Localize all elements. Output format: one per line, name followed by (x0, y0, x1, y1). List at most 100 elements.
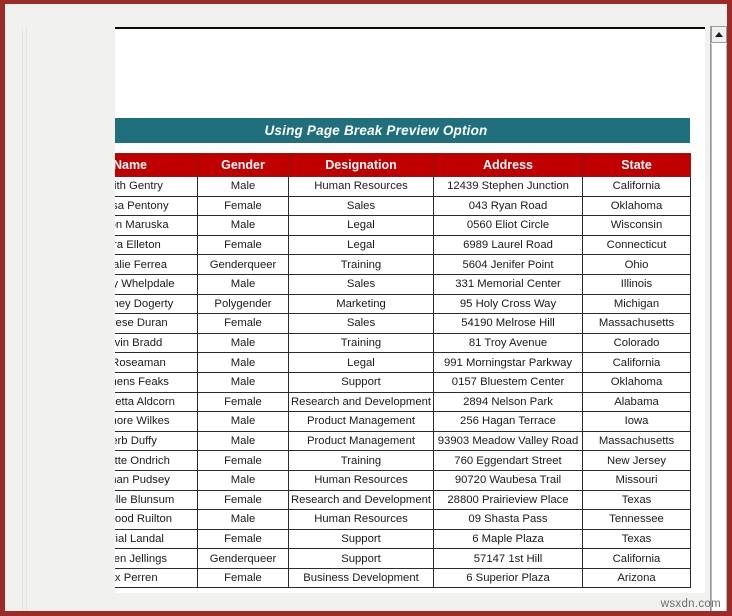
cell-state[interactable]: Ohio (582, 254, 691, 275)
table-row[interactable]: Levon MaruskaMaleLegal0560 Eliot CircleW… (115, 215, 691, 236)
cell-address[interactable]: 043 Ryan Road (433, 195, 583, 217)
cell-designation[interactable]: Training (288, 254, 434, 275)
cell-name[interactable]: Herb Duffy (115, 430, 198, 452)
cell-gender[interactable]: Male (197, 371, 289, 393)
table-row[interactable]: Delmore WilkesMaleProduct Management256 … (115, 411, 691, 432)
column-header-address[interactable]: Address (433, 153, 583, 177)
cell-designation[interactable]: Research and Development (288, 391, 434, 413)
cell-name[interactable]: Garwood Ruilton (115, 509, 198, 530)
cell-state[interactable]: Massachusetts (582, 313, 691, 334)
cell-address[interactable]: 54190 Melrose Hill (433, 313, 583, 334)
table-row[interactable]: Therese DuranFemaleSales54190 Melrose Hi… (115, 313, 691, 334)
cell-gender[interactable]: Genderqueer (197, 548, 289, 569)
cell-gender[interactable]: Male (197, 411, 289, 432)
cell-state[interactable]: Oklahoma (582, 195, 691, 217)
cell-gender[interactable]: Female (197, 195, 289, 217)
cell-designation[interactable]: Human Resources (288, 469, 434, 491)
column-header-name[interactable]: Name (115, 153, 198, 177)
cell-state[interactable]: Michigan (582, 293, 691, 315)
cell-name[interactable]: Bernelle Blunsum (115, 489, 198, 511)
table-row[interactable]: Jacquetta AldcornFemaleResearch and Deve… (115, 391, 691, 413)
cell-address[interactable]: 0560 Eliot Circle (433, 215, 583, 236)
cell-designation[interactable]: Legal (288, 352, 434, 373)
cell-name[interactable]: Aura Elleton (115, 234, 198, 256)
cell-address[interactable]: 256 Hagan Terrace (433, 411, 583, 432)
cell-designation[interactable]: Human Resources (288, 176, 434, 197)
column-header-gender[interactable]: Gender (197, 153, 289, 177)
cell-designation[interactable]: Product Management (288, 411, 434, 432)
table-row[interactable]: Donny WhelpdaleMaleSales331 Memorial Cen… (115, 273, 691, 295)
cell-gender[interactable]: Male (197, 273, 289, 295)
table-row[interactable]: Aura ElletonFemaleLegal6989 Laurel RoadC… (115, 234, 691, 256)
cell-state[interactable]: Alabama (582, 391, 691, 413)
cell-address[interactable]: 0157 Bluestem Center (433, 371, 583, 393)
cell-designation[interactable]: Support (288, 371, 434, 393)
cell-name[interactable]: Donny Whelpdale (115, 273, 198, 295)
table-row[interactable]: Dorisa PentonyFemaleSales043 Ryan RoadOk… (115, 195, 691, 217)
cell-designation[interactable]: Support (288, 548, 434, 569)
cell-gender[interactable]: Male (197, 509, 289, 530)
cell-designation[interactable]: Support (288, 528, 434, 550)
cell-gender[interactable]: Female (197, 234, 289, 256)
cell-state[interactable]: Iowa (582, 411, 691, 432)
cell-state[interactable]: Connecticut (582, 234, 691, 256)
cell-state[interactable]: California (582, 352, 691, 373)
cell-gender[interactable]: Female (197, 567, 289, 589)
cell-designation[interactable]: Marketing (288, 293, 434, 315)
cell-gender[interactable]: Female (197, 313, 289, 334)
cell-designation[interactable]: Research and Development (288, 489, 434, 511)
cell-designation[interactable]: Sales (288, 313, 434, 334)
cell-gender[interactable]: Male (197, 430, 289, 452)
cell-state[interactable]: Wisconsin (582, 215, 691, 236)
cell-name[interactable]: Therese Duran (115, 313, 198, 334)
cell-designation[interactable]: Human Resources (288, 509, 434, 530)
cell-address[interactable]: 6 Superior Plaza (433, 567, 583, 589)
cell-name[interactable]: Smith Gentry (115, 176, 198, 197)
cell-address[interactable]: 760 Eggendart Street (433, 450, 583, 471)
cell-name[interactable]: Calvin Bradd (115, 332, 198, 354)
cell-gender[interactable]: Female (197, 489, 289, 511)
table-row[interactable]: Dniren JellingsGenderqueerSupport57147 1… (115, 548, 691, 569)
cell-state[interactable]: Oklahoma (582, 371, 691, 393)
cell-address[interactable]: 09 Shasta Pass (433, 509, 583, 530)
vertical-scrollbar[interactable] (710, 26, 727, 611)
cell-address[interactable]: 5604 Jenifer Point (433, 254, 583, 275)
cell-address[interactable]: 6989 Laurel Road (433, 234, 583, 256)
table-row[interactable]: Keenan PudseyMaleHuman Resources90720 Wa… (115, 469, 691, 491)
cell-address[interactable]: 95 Holy Cross Way (433, 293, 583, 315)
cell-designation[interactable]: Legal (288, 215, 434, 236)
cell-address[interactable]: 12439 Stephen Junction (433, 176, 583, 197)
cell-address[interactable]: 81 Troy Avenue (433, 332, 583, 354)
cell-gender[interactable]: Male (197, 352, 289, 373)
cell-designation[interactable]: Product Management (288, 430, 434, 452)
cell-gender[interactable]: Male (197, 332, 289, 354)
table-row[interactable]: Delainey DogertyPolygenderMarketing95 Ho… (115, 293, 691, 315)
cell-designation[interactable]: Training (288, 450, 434, 471)
cell-name[interactable]: Rozalie Ferrea (115, 254, 198, 275)
cell-designation[interactable]: Sales (288, 195, 434, 217)
cell-name[interactable]: Keenan Pudsey (115, 469, 198, 491)
cell-name[interactable]: Dorisa Pentony (115, 195, 198, 217)
cell-address[interactable]: 991 Morningstar Parkway (433, 352, 583, 373)
cell-address[interactable]: 93903 Meadow Valley Road (433, 430, 583, 452)
cell-name[interactable]: Murial Landal (115, 528, 198, 550)
cell-state[interactable]: California (582, 548, 691, 569)
scrollbar-track[interactable] (711, 44, 727, 611)
cell-state[interactable]: Colorado (582, 332, 691, 354)
table-row[interactable]: Rozalie FerreaGenderqueerTraining5604 Je… (115, 254, 691, 275)
cell-address[interactable]: 28800 Prairieview Place (433, 489, 583, 511)
cell-state[interactable]: Texas (582, 528, 691, 550)
table-row[interactable]: Corette OndrichFemaleTraining760 Eggenda… (115, 450, 691, 471)
cell-state[interactable]: New Jersey (582, 450, 691, 471)
cell-name[interactable]: Corette Ondrich (115, 450, 198, 471)
column-header-designation[interactable]: Designation (288, 153, 434, 177)
cell-designation[interactable]: Training (288, 332, 434, 354)
cell-address[interactable]: 90720 Waubesa Trail (433, 469, 583, 491)
table-row[interactable]: Eb RoseamanMaleLegal991 Morningstar Park… (115, 352, 691, 373)
scroll-up-button[interactable] (711, 26, 727, 43)
cell-name[interactable]: Dniren Jellings (115, 548, 198, 569)
cell-name[interactable]: Delainey Dogerty (115, 293, 198, 315)
cell-state[interactable]: Missouri (582, 469, 691, 491)
cell-name[interactable]: Levon Maruska (115, 215, 198, 236)
cell-gender[interactable]: Polygender (197, 293, 289, 315)
